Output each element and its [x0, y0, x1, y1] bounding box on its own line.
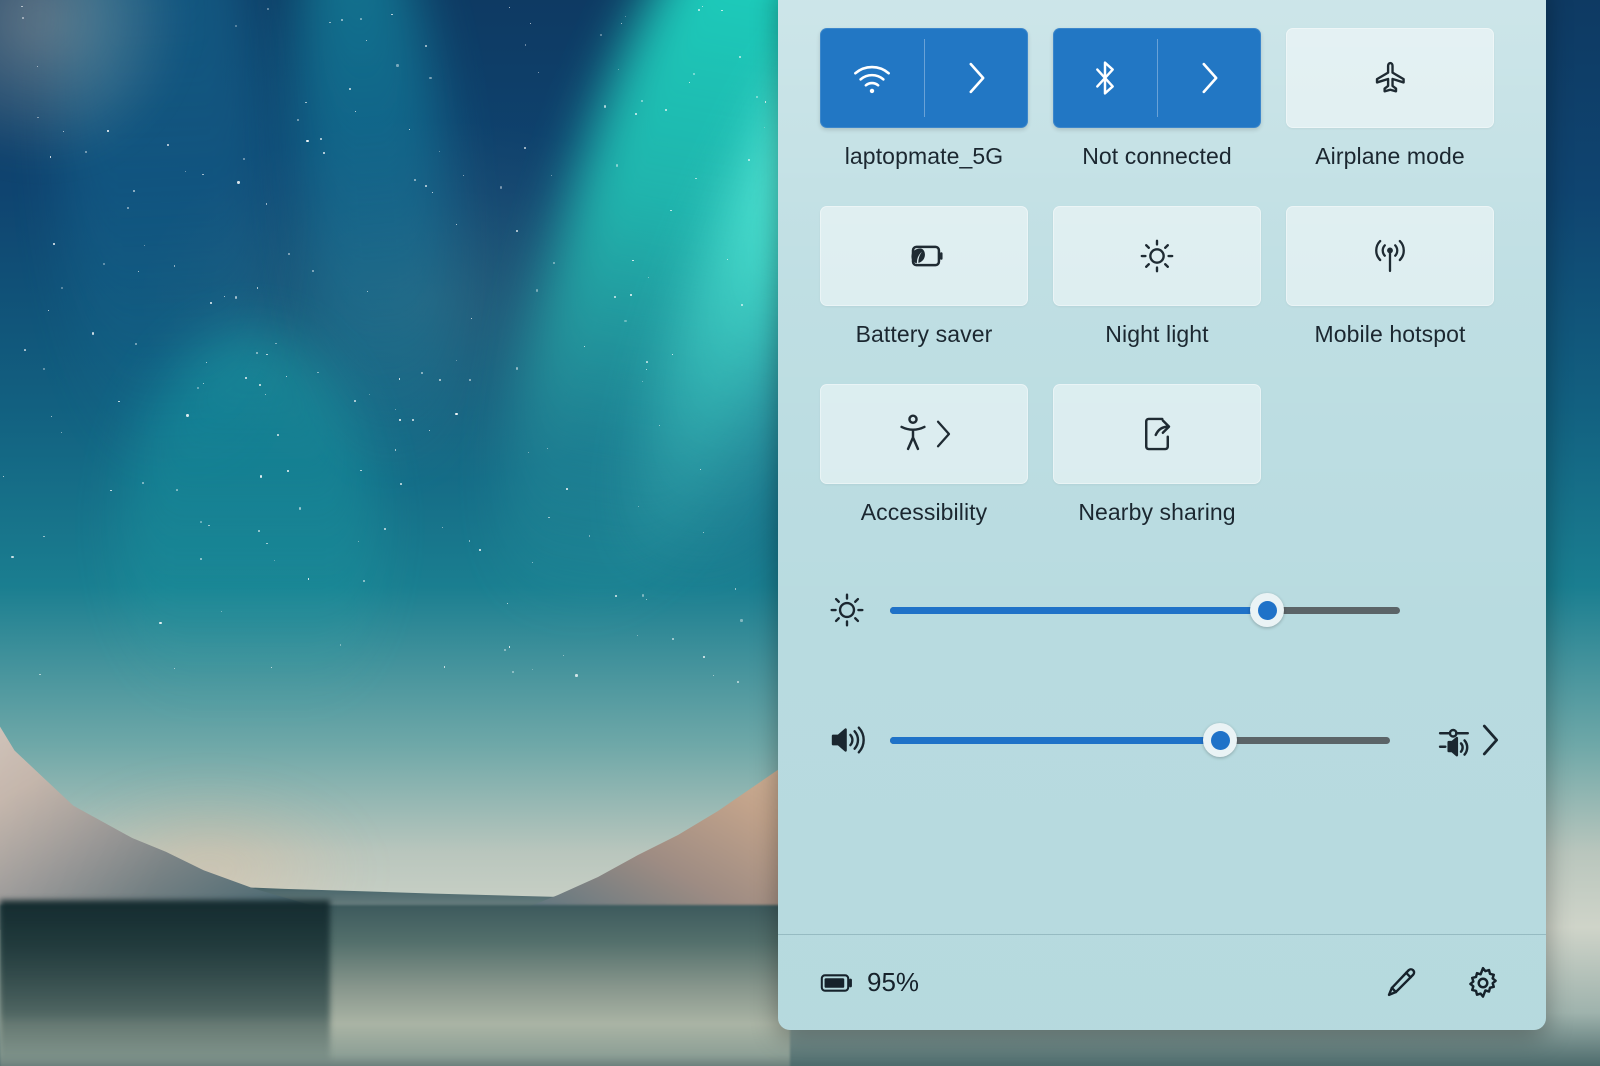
tile-cell-wifi: laptopmate_5G — [820, 28, 1028, 170]
row-spacer — [820, 170, 1510, 206]
brightness-slider-thumb[interactable] — [1250, 593, 1285, 627]
accessibility-icon — [897, 414, 929, 454]
brightness-slider-row — [828, 578, 1510, 642]
tile-battery-saver[interactable] — [820, 206, 1028, 306]
chevron-right-icon — [1200, 61, 1220, 95]
volume-slider-fill — [890, 736, 1220, 744]
tile-bluetooth[interactable] — [1053, 28, 1261, 128]
battery-leaf-icon — [902, 241, 946, 271]
tile-cell-airplane-mode: Airplane mode — [1286, 28, 1494, 170]
tile-wifi[interactable] — [820, 28, 1028, 128]
tile-airplane-mode[interactable] — [1286, 28, 1494, 128]
tile-label-nearby-sharing: Nearby sharing — [1078, 499, 1236, 525]
tile-cell-mobile-hotspot: Mobile hotspot — [1286, 206, 1494, 348]
pencil-icon — [1383, 965, 1419, 1001]
volume-slider-track[interactable] — [890, 723, 1390, 757]
quick-settings-footer: 95% — [778, 935, 1546, 1030]
volume-slider-row — [828, 708, 1510, 772]
chevron-right-icon — [967, 61, 987, 95]
battery-icon — [820, 972, 856, 994]
brightness-slider-fill — [890, 606, 1268, 614]
gear-icon — [1464, 964, 1502, 1002]
brightness-slider[interactable] — [890, 593, 1400, 627]
tile-cell-battery-saver: Battery saver — [820, 206, 1028, 348]
volume-slider[interactable] — [890, 723, 1390, 757]
brightness-icon — [828, 591, 890, 629]
tile-label-airplane-mode: Airplane mode — [1315, 143, 1465, 169]
tile-mobile-hotspot[interactable] — [1286, 206, 1494, 306]
quick-settings-row-1: laptopmate_5G Not connected Airplane mod… — [820, 28, 1510, 170]
quick-settings-panel: laptopmate_5G Not connected Airplane mod… — [778, 0, 1546, 1030]
fjord-water-shadow — [0, 900, 330, 1060]
bluetooth-chevron-button[interactable] — [1158, 61, 1261, 95]
slider-section — [820, 578, 1510, 772]
hotspot-icon — [1370, 237, 1410, 275]
volume-slider-thumb[interactable] — [1203, 723, 1237, 757]
battery-percent-label: 95% — [867, 967, 920, 997]
tile-label-wifi: laptopmate_5G — [844, 143, 1004, 169]
tile-cell-bluetooth: Not connected — [1053, 28, 1261, 170]
tile-label-night-light: Night light — [1105, 321, 1209, 347]
edit-quick-settings-button[interactable] — [1374, 956, 1428, 1010]
chevron-right-icon — [1481, 723, 1500, 757]
tile-cell-empty — [1286, 384, 1494, 526]
bluetooth-icon — [1053, 58, 1157, 98]
screen: laptopmate_5G Not connected Airplane mod… — [0, 0, 1600, 1066]
nearby-share-icon — [1139, 414, 1175, 454]
tile-label-bluetooth: Not connected — [1082, 143, 1232, 169]
tile-label-accessibility: Accessibility — [860, 499, 988, 525]
tile-cell-nearby-sharing: Nearby sharing — [1053, 384, 1261, 526]
battery-status[interactable]: 95% — [820, 967, 919, 998]
tile-cell-night-light: Night light — [1053, 206, 1261, 348]
tile-label-battery-saver: Battery saver — [855, 321, 993, 347]
accessibility-chevron-icon — [935, 419, 952, 449]
tile-accessibility[interactable] — [820, 384, 1028, 484]
settings-button[interactable] — [1456, 956, 1510, 1010]
tile-cell-accessibility: Accessibility — [820, 384, 1028, 526]
quick-settings-row-3: Accessibility Nearby sharing — [820, 384, 1510, 526]
brightness-icon — [1138, 237, 1176, 275]
quick-settings-row-2: Battery saver Night light Mobile hotspot — [820, 206, 1510, 348]
tile-label-mobile-hotspot: Mobile hotspot — [1314, 321, 1466, 347]
audio-output-picker-icon — [1437, 721, 1477, 759]
airplane-icon — [1370, 59, 1410, 97]
audio-output-picker-button[interactable] — [1390, 721, 1500, 759]
tile-nearby-sharing[interactable] — [1053, 384, 1261, 484]
volume-icon — [828, 722, 890, 758]
wifi-icon — [820, 61, 924, 95]
row-spacer — [820, 348, 1510, 384]
tile-night-light[interactable] — [1053, 206, 1261, 306]
brightness-slider-track[interactable] — [890, 593, 1400, 627]
wifi-chevron-button[interactable] — [925, 61, 1028, 95]
